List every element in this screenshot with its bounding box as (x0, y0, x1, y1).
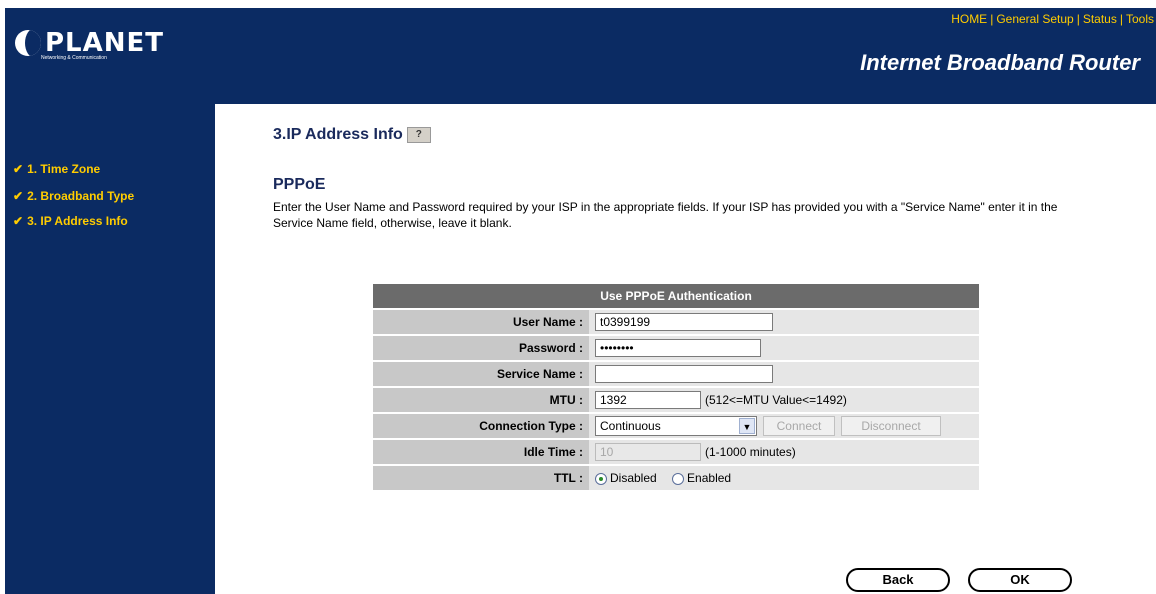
form-header: Use PPPoE Authentication (373, 284, 979, 308)
sidebar-item-ip-address-info[interactable]: ✔ 3. IP Address Info (13, 214, 128, 228)
mtu-label: MTU : (373, 388, 589, 412)
ttl-enabled-radio[interactable] (672, 472, 685, 485)
nav-separator: | (990, 12, 994, 26)
mtu-input[interactable] (595, 391, 701, 409)
ttl-label: TTL : (373, 466, 589, 490)
idle-time-hint: (1-1000 minutes) (705, 445, 796, 459)
section-title: PPPoE (273, 176, 326, 193)
help-icon[interactable]: ? (406, 126, 431, 143)
brand-tagline: Networking & Communication (41, 55, 107, 61)
sidebar-item-label: 2. Broadband Type (27, 189, 135, 203)
nav-home-link[interactable]: HOME (951, 12, 987, 26)
connection-type-select[interactable]: Continuous ▼ (595, 416, 757, 436)
page-title: 3.IP Address Info? (273, 126, 431, 144)
brand-logo: PLANET (15, 30, 164, 56)
chevron-down-icon: ▼ (739, 418, 755, 434)
nav-separator: | (1076, 12, 1080, 26)
idle-time-label: Idle Time : (373, 440, 589, 464)
idle-time-input[interactable] (595, 443, 701, 461)
ttl-enabled-label: Enabled (687, 471, 732, 485)
nav-separator: | (1119, 12, 1123, 26)
nav-general-setup-link[interactable]: General Setup (996, 12, 1073, 26)
check-icon: ✔ (13, 189, 24, 203)
connection-type-label: Connection Type : (373, 414, 589, 438)
header-banner: PLANET Networking & Communication HOME | G… (5, 8, 1156, 104)
connection-type-value: Continuous (600, 419, 661, 433)
sidebar-item-time-zone[interactable]: ✔ 1. Time Zone (13, 162, 100, 176)
sidebar-item-broadband-type[interactable]: ✔ 2. Broadband Type (13, 189, 134, 203)
top-navigation: HOME | General Setup | Status | Tools (951, 12, 1154, 26)
nav-status-link[interactable]: Status (1083, 12, 1117, 26)
sidebar: ✔ 1. Time Zone ✔ 2. Broadband Type ✔ 3. IP … (5, 104, 215, 594)
product-title: Internet Broadband Router (860, 50, 1140, 75)
mtu-hint: (512<=MTU Value<=1492) (705, 393, 847, 407)
password-label: Password : (373, 336, 589, 360)
service-name-input[interactable] (595, 365, 773, 383)
ok-button[interactable]: OK (968, 568, 1072, 592)
sidebar-item-label: 1. Time Zone (27, 162, 101, 176)
ttl-disabled-radio[interactable] (595, 472, 607, 485)
back-button[interactable]: Back (846, 568, 950, 592)
nav-tools-link[interactable]: Tools (1126, 12, 1154, 26)
page-title-text: 3.IP Address Info (273, 126, 403, 143)
user-name-input[interactable] (595, 313, 773, 331)
main-content: 3.IP Address Info? PPPoE Enter the User … (215, 104, 1156, 594)
planet-logo-icon (15, 30, 41, 56)
check-icon: ✔ (13, 162, 24, 176)
connect-button[interactable]: Connect (763, 416, 835, 436)
user-name-label: User Name : (373, 310, 589, 334)
section-description: Enter the User Name and Password require… (273, 200, 1058, 230)
ttl-disabled-label: Disabled (610, 471, 657, 485)
password-input[interactable] (595, 339, 761, 357)
disconnect-button[interactable]: Disconnect (841, 416, 941, 436)
check-icon: ✔ (13, 214, 24, 228)
brand-name: PLANET (45, 28, 165, 58)
sidebar-item-label: 3. IP Address Info (27, 214, 128, 228)
pppoe-form: Use PPPoE Authentication User Name : Pas… (373, 282, 979, 492)
service-name-label: Service Name : (373, 362, 589, 386)
